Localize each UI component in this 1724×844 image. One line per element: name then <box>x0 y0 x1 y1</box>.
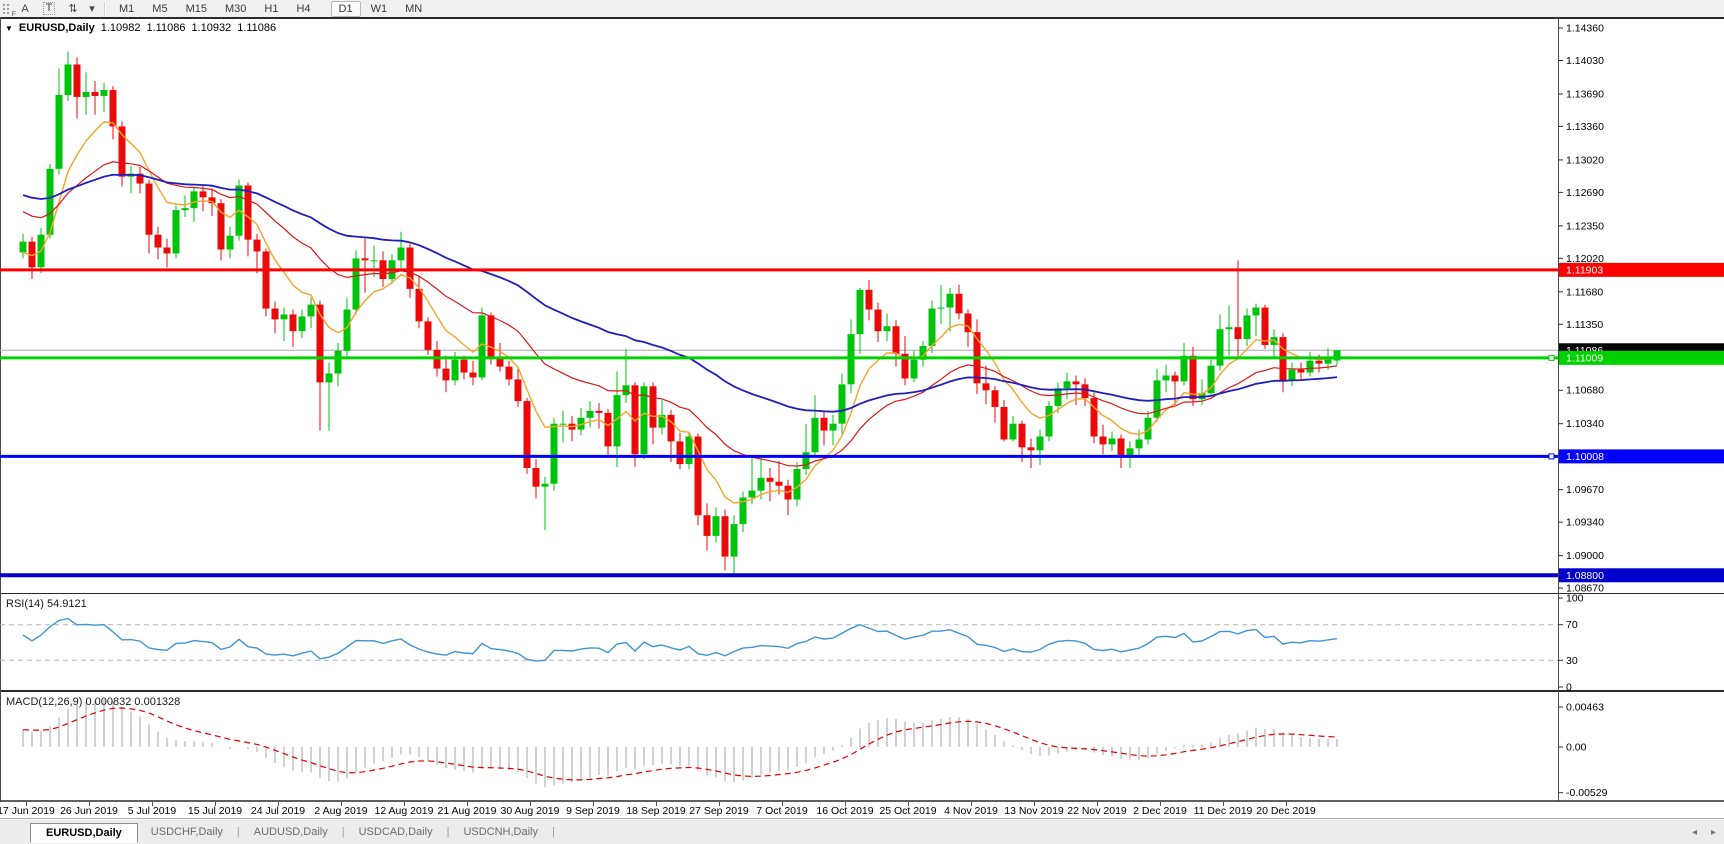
symbol-dropdown-icon[interactable]: ▼ <box>5 24 13 33</box>
color-swap-icon[interactable]: ⇅ <box>63 1 83 16</box>
pointer-a-icon[interactable]: A <box>15 1 35 16</box>
tab-scroll-right-icon[interactable]: ▸ <box>1711 827 1716 838</box>
price-tick-label: 1.09670 <box>1566 484 1604 496</box>
macd-histogram <box>23 699 1337 787</box>
price-tick-label: 1.14030 <box>1566 55 1604 67</box>
dropdown-caret-icon[interactable]: ▾ <box>87 1 97 16</box>
rsi-indicator-label: RSI(14) 54.9121 <box>6 598 87 610</box>
mt4-window: F A T ⇅ ▾ M1M5M15M30H1H4 D1W1MN ▼ EURUSD,… <box>0 0 1724 844</box>
tab-scroll-arrows: ◂ ▸ <box>1692 827 1716 838</box>
svg-text:1.11903: 1.11903 <box>1566 264 1603 276</box>
macd-indicator-label: MACD(12,26,9) 0.000832 0.001328 <box>6 696 180 708</box>
timeframe-button-m30[interactable]: M30 <box>217 1 254 17</box>
price-tick-label: 1.10340 <box>1566 418 1604 430</box>
date-label: 12 Aug 2019 <box>375 805 434 817</box>
tab-scroll-left-icon[interactable]: ◂ <box>1692 827 1697 838</box>
chart-tab-eurusd[interactable]: EURUSD,Daily <box>30 823 138 843</box>
macd-tick-label: -0.00529 <box>1566 787 1608 799</box>
price-tick-label: 1.13360 <box>1566 121 1604 133</box>
candlesticks[interactable] <box>20 52 1341 574</box>
date-label: 17 Jun 2019 <box>0 805 55 817</box>
svg-text:1.10008: 1.10008 <box>1566 451 1604 463</box>
date-label: 20 Dec 2019 <box>1256 805 1316 817</box>
ohlc-low: 1.10932 <box>191 22 231 34</box>
date-label: 4 Nov 2019 <box>944 805 998 817</box>
timeframe-button-m5[interactable]: M5 <box>144 1 175 17</box>
timeframe-button-h1[interactable]: H1 <box>256 1 286 17</box>
price-tick-label: 1.12690 <box>1566 187 1604 199</box>
date-label: 9 Sep 2019 <box>566 805 620 817</box>
price-tick-label: 1.09000 <box>1566 550 1604 562</box>
timeframe-button-mn[interactable]: MN <box>397 1 430 17</box>
date-label: 7 Oct 2019 <box>756 805 807 817</box>
rsi-tick-label: 70 <box>1566 619 1578 631</box>
rsi-tick-label: 0 <box>1566 682 1572 692</box>
chart-tab-usdcad[interactable]: USDCAD,Daily <box>346 823 446 841</box>
date-label: 16 Oct 2019 <box>816 805 873 817</box>
date-label: 2 Aug 2019 <box>314 805 367 817</box>
timeframe-button-m1[interactable]: M1 <box>111 1 142 17</box>
price-tick-label: 1.09340 <box>1566 517 1604 529</box>
date-label: 5 Jul 2019 <box>128 805 176 817</box>
price-tick-label: 1.08670 <box>1566 583 1604 593</box>
timeframe-buttons: M1M5M15M30H1H4 D1W1MN <box>110 3 431 15</box>
date-label: 15 Jul 2019 <box>188 805 242 817</box>
main-price-chart[interactable]: 1.14360 1.14030 1.13690 1.13360 1.13020 1.126… <box>0 17 1724 593</box>
price-tick-label: 1.13020 <box>1566 154 1604 166</box>
svg-text:1.08800: 1.08800 <box>1566 570 1604 582</box>
timeframe-button-w1[interactable]: W1 <box>363 1 396 17</box>
toolbar-separator <box>104 2 105 15</box>
chart-tab-bar: EURUSD,DailyUSDCHF,Daily|AUDUSD,Daily|US… <box>0 818 1724 844</box>
date-label: 24 Jul 2019 <box>251 805 305 817</box>
date-label: 18 Sep 2019 <box>626 805 686 817</box>
symbol-period-label: EURUSD,Daily <box>19 22 95 34</box>
hline-handle[interactable] <box>1549 355 1554 360</box>
chart-tabs: EURUSD,DailyUSDCHF,Daily|AUDUSD,Daily|US… <box>30 819 556 844</box>
date-label: 30 Aug 2019 <box>501 805 560 817</box>
toolbar: F A T ⇅ ▾ M1M5M15M30H1H4 D1W1MN <box>0 0 1724 18</box>
date-label: 13 Nov 2019 <box>1004 805 1064 817</box>
date-label: 27 Sep 2019 <box>689 805 749 817</box>
macd-tick-label: 0.00463 <box>1566 702 1604 714</box>
timeframe-button-m15[interactable]: M15 <box>178 1 215 17</box>
chart-tab-usdchf[interactable]: USDCHF,Daily <box>138 823 236 841</box>
ohlc-close: 1.11086 <box>237 22 276 34</box>
date-label: 26 Jun 2019 <box>60 805 118 817</box>
price-tick-label: 1.13690 <box>1566 88 1604 100</box>
ohlc-high: 1.11086 <box>146 22 185 34</box>
price-tick-label: 1.11350 <box>1566 319 1603 331</box>
date-label: 11 Dec 2019 <box>1194 805 1253 817</box>
text-tool-icon[interactable]: T <box>39 1 59 16</box>
macd-panel[interactable]: 0.00463 0.00 -0.00529 <box>0 691 1724 802</box>
chart-tab-audusd[interactable]: AUDUSD,Daily <box>241 823 341 841</box>
timeframe-button-d1[interactable]: D1 <box>331 1 361 17</box>
timeframe-button-h4[interactable]: H4 <box>288 1 318 17</box>
macd-signal-line <box>23 708 1337 780</box>
svg-text:1.11009: 1.11009 <box>1566 352 1603 364</box>
toolbar-grip-icon[interactable]: F <box>2 3 10 15</box>
rsi-tick-label: 100 <box>1566 593 1584 605</box>
date-label: 22 Nov 2019 <box>1067 805 1127 817</box>
rsi-tick-label: 30 <box>1566 655 1578 667</box>
chart-tab-usdcnh[interactable]: USDCNH,Daily <box>450 823 551 841</box>
tab-separator: | <box>551 826 556 838</box>
price-tick-label: 1.12350 <box>1566 220 1604 232</box>
macd-tick-label: 0.00 <box>1566 742 1587 754</box>
price-tick-label: 1.10680 <box>1566 385 1604 397</box>
date-label: 25 Oct 2019 <box>879 805 936 817</box>
chart-title: ▼ EURUSD,Daily 1.10982 1.11086 1.10932 1… <box>5 22 276 34</box>
hline-handle[interactable] <box>1549 454 1554 459</box>
date-label: 2 Dec 2019 <box>1133 805 1187 817</box>
price-tick-label: 1.11680 <box>1566 286 1603 298</box>
price-tick-label: 1.14360 <box>1566 23 1604 35</box>
date-axis[interactable]: 17 Jun 2019 26 Jun 2019 5 Jul 2019 15 Jul 2… <box>0 802 1724 818</box>
rsi-panel[interactable]: 100 70 30 0 <box>0 593 1724 691</box>
date-label: 21 Aug 2019 <box>438 805 497 817</box>
ohlc-open: 1.10982 <box>101 22 141 34</box>
